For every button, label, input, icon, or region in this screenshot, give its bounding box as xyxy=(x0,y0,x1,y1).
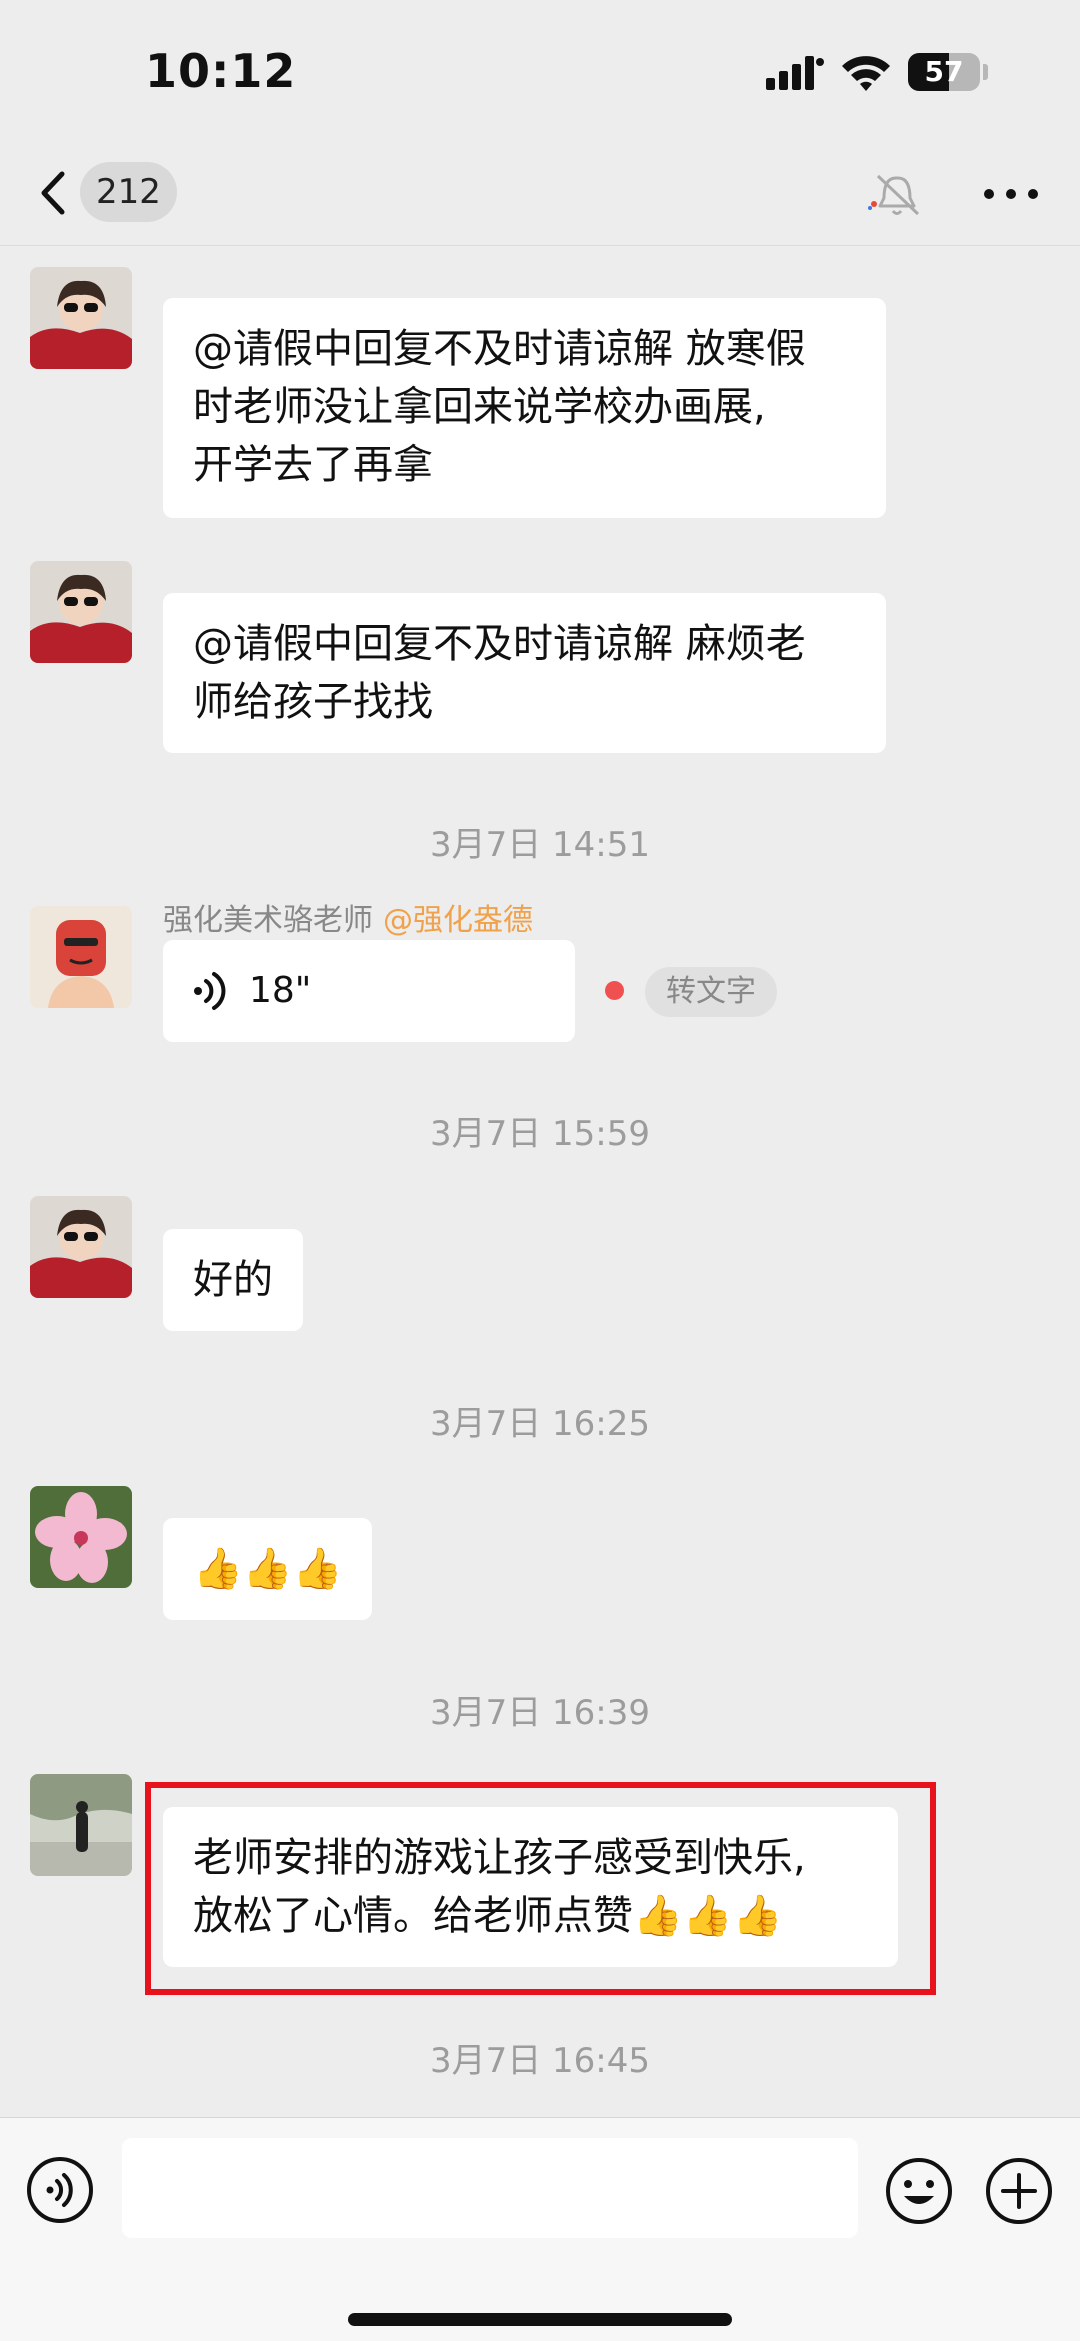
time-divider: 3月7日 14:51 xyxy=(429,825,651,865)
avatar[interactable] xyxy=(30,1486,132,1588)
time-divider: 3月7日 16:25 xyxy=(429,1404,651,1444)
chat-header: 212 xyxy=(0,140,1080,246)
sender-name: 强化美术骆老师 xyxy=(163,903,373,938)
input-bar xyxy=(0,2117,1080,2341)
avatar[interactable] xyxy=(30,1196,132,1298)
back-arrow-icon[interactable] xyxy=(36,164,76,222)
time-divider: 3月7日 16:45 xyxy=(429,2041,651,2081)
voice-wave-icon xyxy=(194,972,226,1010)
avatar[interactable] xyxy=(30,267,132,369)
wifi-icon xyxy=(842,56,890,91)
avatar[interactable] xyxy=(30,1774,132,1876)
unread-count-badge[interactable]: 212 xyxy=(80,162,177,222)
time-divider: 3月7日 15:59 xyxy=(429,1114,651,1154)
voice-duration: 18" xyxy=(249,970,312,1011)
battery-percent: 57 xyxy=(924,55,964,88)
battery-icon: 57 xyxy=(908,53,980,91)
avatar[interactable] xyxy=(30,561,132,663)
battery-tip xyxy=(983,64,988,80)
message-bubble[interactable]: 👍👍👍 xyxy=(163,1518,373,1620)
message-bubble[interactable]: @请假中回复不及时请谅解 放寒假 时老师没让拿回来说学校办画展, 开学去了再拿 xyxy=(163,298,886,518)
avatar-image xyxy=(30,1196,132,1298)
avatar-image xyxy=(30,1774,132,1876)
status-bar: 10:12 57 xyxy=(0,0,1080,140)
message-bubble[interactable]: 好的 xyxy=(163,1229,303,1331)
unread-dot xyxy=(605,981,624,1000)
voice-message-bubble[interactable]: 18" xyxy=(163,940,575,1042)
plus-icon[interactable] xyxy=(984,2156,1054,2226)
status-time: 10:12 xyxy=(145,44,297,98)
avatar[interactable] xyxy=(30,906,132,1008)
convert-to-text-button[interactable]: 转文字 xyxy=(645,967,777,1017)
avatar-image xyxy=(30,906,132,1008)
avatar-image xyxy=(30,1486,132,1588)
sender-line: 强化美术骆老师 @强化盎德 xyxy=(163,895,533,939)
mention-link[interactable]: @强化盎德 xyxy=(383,903,533,938)
message-input[interactable] xyxy=(122,2138,858,2238)
emoji-icon[interactable] xyxy=(884,2156,954,2226)
cellular-signal-icon xyxy=(766,56,824,90)
highlight-box xyxy=(145,1782,936,1995)
more-options-icon[interactable] xyxy=(978,172,1044,216)
avatar-image xyxy=(30,561,132,663)
avatar-image xyxy=(30,267,132,369)
message-bubble[interactable]: @请假中回复不及时请谅解 麻烦老 师给孩子找找 xyxy=(163,593,886,753)
voice-input-icon[interactable] xyxy=(26,2156,94,2224)
mute-bell-icon xyxy=(868,174,920,216)
time-divider: 3月7日 16:39 xyxy=(429,1693,651,1733)
home-indicator xyxy=(348,2313,732,2326)
